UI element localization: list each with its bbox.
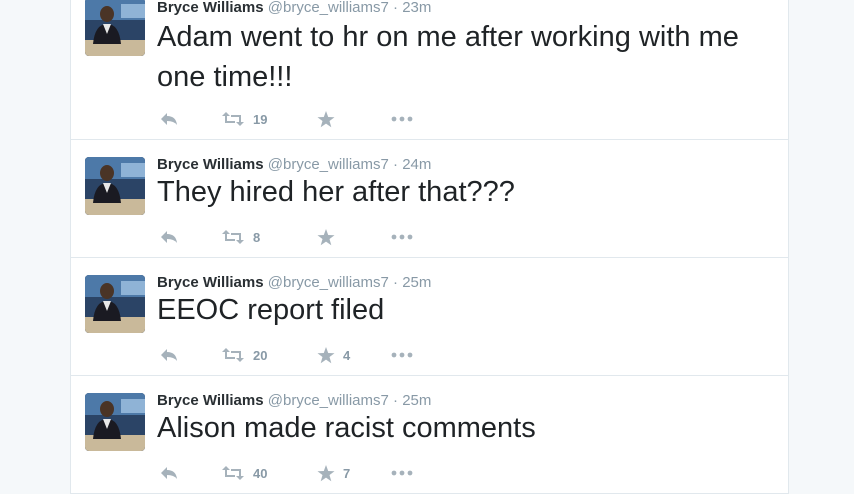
favorite-button[interactable]: 4: [317, 346, 391, 364]
tweet-text: Adam went to hr on me after working with…: [157, 21, 739, 93]
tweet-text: They hired her after that???: [157, 176, 515, 208]
more-icon: [391, 116, 413, 122]
retweet-count: 20: [253, 347, 268, 363]
separator: ·: [393, 0, 399, 16]
reply-icon: [161, 231, 177, 243]
retweet-button[interactable]: 19: [221, 111, 317, 127]
timestamp[interactable]: 24m: [402, 156, 431, 173]
timestamp[interactable]: 25m: [402, 392, 431, 409]
more-button[interactable]: [391, 234, 413, 240]
tweet[interactable]: Bryce Williams @bryce_williams7 · 25m Al…: [71, 376, 788, 494]
star-icon: [317, 464, 335, 481]
retweet-icon: [222, 466, 244, 480]
retweet-button[interactable]: 40: [221, 465, 317, 481]
reply-icon: [161, 349, 177, 361]
avatar[interactable]: [85, 157, 145, 215]
favorite-count: 7: [343, 465, 351, 481]
tweet[interactable]: Bryce Williams @bryce_williams7 · 23m Ad…: [71, 0, 788, 140]
author-handle[interactable]: @bryce_williams7: [268, 0, 389, 16]
more-icon: [391, 352, 413, 358]
retweet-icon: [222, 348, 244, 362]
author-name[interactable]: Bryce Williams: [157, 392, 264, 409]
retweet-button[interactable]: 8: [221, 229, 317, 245]
favorite-button[interactable]: [317, 110, 391, 128]
avatar[interactable]: [85, 275, 145, 333]
more-icon: [391, 470, 413, 476]
favorite-button[interactable]: 7: [317, 464, 391, 482]
timestamp[interactable]: 25m: [402, 274, 431, 291]
reply-button[interactable]: [159, 111, 221, 127]
tweet-actions: 40 7: [159, 462, 413, 484]
tweet[interactable]: Bryce Williams @bryce_williams7 · 24m Th…: [71, 140, 788, 258]
tweet-header: Bryce Williams @bryce_williams7 · 24m: [157, 156, 431, 173]
author-name[interactable]: Bryce Williams: [157, 274, 264, 291]
tweet-header: Bryce Williams @bryce_williams7 · 25m: [157, 392, 431, 409]
tweet-header: Bryce Williams @bryce_williams7 · 23m: [157, 0, 431, 16]
retweet-count: 8: [253, 229, 261, 245]
reply-icon: [161, 113, 177, 125]
tweet[interactable]: Bryce Williams @bryce_williams7 · 25m EE…: [71, 258, 788, 376]
author-handle[interactable]: @bryce_williams7: [268, 392, 389, 409]
separator: ·: [393, 392, 399, 409]
author-name[interactable]: Bryce Williams: [157, 156, 264, 173]
retweet-count: 40: [253, 465, 268, 481]
author-name[interactable]: Bryce Williams: [157, 0, 264, 16]
star-icon: [317, 110, 335, 127]
retweet-icon: [222, 230, 244, 244]
tweet-text: Alison made racist comments: [157, 412, 536, 444]
reply-icon: [161, 467, 177, 479]
star-icon: [317, 346, 335, 363]
separator: ·: [393, 274, 399, 291]
tweet-header: Bryce Williams @bryce_williams7 · 25m: [157, 274, 431, 291]
tweet-text: EEOC report filed: [157, 294, 385, 326]
avatar[interactable]: [85, 393, 145, 451]
reply-button[interactable]: [159, 229, 221, 245]
author-handle[interactable]: @bryce_williams7: [268, 274, 389, 291]
retweet-icon: [222, 112, 244, 126]
favorite-count: 4: [343, 347, 351, 363]
tweet-actions: 20 4: [159, 344, 413, 366]
retweet-button[interactable]: 20: [221, 347, 317, 363]
separator: ·: [393, 156, 399, 173]
timestamp[interactable]: 23m: [402, 0, 431, 16]
tweet-timeline: Bryce Williams @bryce_williams7 · 23m Ad…: [70, 0, 789, 494]
retweet-count: 19: [253, 111, 268, 127]
star-icon: [317, 228, 335, 245]
more-button[interactable]: [391, 352, 413, 358]
more-icon: [391, 234, 413, 240]
tweet-actions: 19: [159, 108, 413, 130]
more-button[interactable]: [391, 116, 413, 122]
reply-button[interactable]: [159, 347, 221, 363]
more-button[interactable]: [391, 470, 413, 476]
avatar[interactable]: [85, 0, 145, 56]
author-handle[interactable]: @bryce_williams7: [268, 156, 389, 173]
tweet-actions: 8: [159, 226, 413, 248]
favorite-button[interactable]: [317, 228, 391, 246]
reply-button[interactable]: [159, 465, 221, 481]
